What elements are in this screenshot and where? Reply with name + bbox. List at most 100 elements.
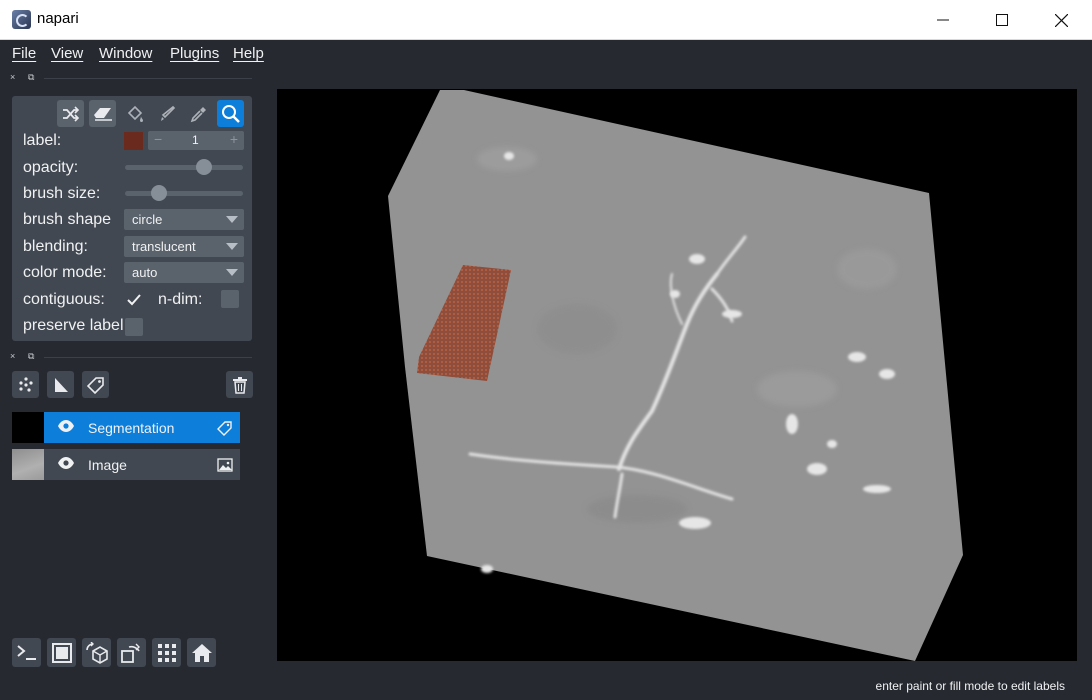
chevron-down-icon [226,216,238,223]
fill-bucket-icon [127,105,143,122]
brush-shape-value: circle [132,212,163,227]
label-increment-button[interactable]: + [230,131,238,147]
shuffle-button[interactable] [57,100,84,127]
chevron-down-icon [226,243,238,250]
new-points-icon [18,376,33,392]
label-spinbox[interactable]: − 1 + [148,131,244,150]
chevron-down-icon [226,269,238,276]
layer-item-body[interactable]: Segmentation [44,412,240,443]
close-icon [1054,13,1068,27]
color-mode-value: auto [132,265,158,280]
status-message: enter paint or fill mode to edit labels [875,679,1065,693]
grid-icon [157,643,176,662]
opacity-slider[interactable] [125,159,243,175]
blending-dropdown[interactable]: translucent [124,236,244,257]
new-shapes-layer-button[interactable] [47,371,74,398]
transpose-button[interactable] [117,638,146,667]
brush-size-slider[interactable] [125,185,243,201]
image-layer-type-icon [217,458,233,472]
label-color-swatch[interactable] [124,132,143,150]
new-labels-icon [86,376,104,394]
layer-controls-panel: label: − 1 + opacity: brush size: brush … [12,96,252,341]
layer-item-image[interactable]: Image [12,449,240,480]
blending-value: translucent [132,239,196,254]
menu-plugins[interactable]: Plugins [170,45,219,62]
menu-window[interactable]: Window [99,45,152,62]
menu-file[interactable]: File [12,45,36,62]
paint-button[interactable] [153,100,180,127]
roll-dims-icon [85,641,108,664]
home-button[interactable] [187,638,216,667]
roll-dims-button[interactable] [82,638,111,667]
maximize-button[interactable] [979,0,1025,40]
pan-zoom-icon [221,104,240,123]
viewer-canvas[interactable] [277,89,1077,661]
checkmark-icon [127,294,141,306]
shuffle-icon [62,105,79,122]
segmentation-thumbnail [12,412,44,443]
new-shapes-icon [54,377,68,392]
visibility-eye-icon[interactable] [57,456,75,470]
image-thumbnail [12,449,44,480]
opacity-label: opacity: [23,159,79,176]
paintbrush-icon [160,105,175,121]
dock-float-button[interactable]: ⧉ [28,72,34,83]
layer-item-body[interactable]: Image [44,449,240,480]
label-label: label: [23,132,62,149]
image-render [388,90,963,661]
window-title: napari [37,10,79,27]
close-button[interactable] [1038,0,1084,40]
maximize-icon [996,14,1008,26]
minimize-icon [937,19,949,21]
label-decrement-button[interactable]: − [154,131,162,147]
new-labels-layer-button[interactable] [82,371,109,398]
preserve-labels-label: preserve labels [23,317,124,334]
delete-layer-icon [232,376,247,394]
fill-button[interactable] [121,100,148,127]
ndisplay-button[interactable] [47,638,76,667]
new-points-layer-button[interactable] [12,371,39,398]
color-picker-icon [190,106,206,122]
n-dim-checkbox[interactable] [221,290,239,308]
labels-layer-type-icon [217,421,232,436]
dock-divider [44,357,252,358]
label-value: 1 [192,133,199,147]
dock-close-button[interactable]: × [10,351,15,361]
brush-size-label: brush size: [23,185,101,202]
console-button[interactable] [12,638,41,667]
layer-name[interactable]: Segmentation [88,420,174,436]
opacity-slider-handle[interactable] [196,159,213,175]
menu-view[interactable]: View [51,45,83,62]
home-icon [191,643,212,662]
transpose-icon [120,643,140,663]
layer-item-segmentation[interactable]: Segmentation [12,412,240,443]
minimize-button[interactable] [920,0,966,40]
contiguous-checkbox[interactable] [125,291,143,309]
blending-label: blending: [23,238,88,255]
brush-size-slider-handle[interactable] [150,185,167,201]
color-picker-button[interactable] [185,100,212,127]
contiguous-label: contiguous: [23,291,105,308]
color-mode-dropdown[interactable]: auto [124,262,244,283]
pan-zoom-button[interactable] [217,100,244,127]
layer-name[interactable]: Image [88,457,127,473]
n-dim-label: n-dim: [158,291,203,308]
brush-shape-dropdown[interactable]: circle [124,209,244,230]
preserve-labels-checkbox[interactable] [125,318,143,336]
dock-close-button[interactable]: × [10,72,15,82]
eraser-icon [93,107,112,121]
napari-logo-icon [12,10,31,29]
menu-bar: File View Window Plugins Help [0,40,1092,68]
erase-button[interactable] [89,100,116,127]
brush-shape-label: brush shape [23,211,112,228]
grid-view-button[interactable] [152,638,181,667]
menu-help[interactable]: Help [233,45,264,62]
delete-layer-button[interactable] [226,371,253,398]
console-icon [16,644,36,660]
visibility-eye-icon[interactable] [57,419,75,433]
preserve-labels-label-clip: preserve labels [23,317,124,339]
dock-divider [44,78,252,79]
color-mode-label: color mode: [23,264,107,281]
dock-float-button[interactable]: ⧉ [28,351,34,362]
ndisplay-icon [51,642,72,663]
